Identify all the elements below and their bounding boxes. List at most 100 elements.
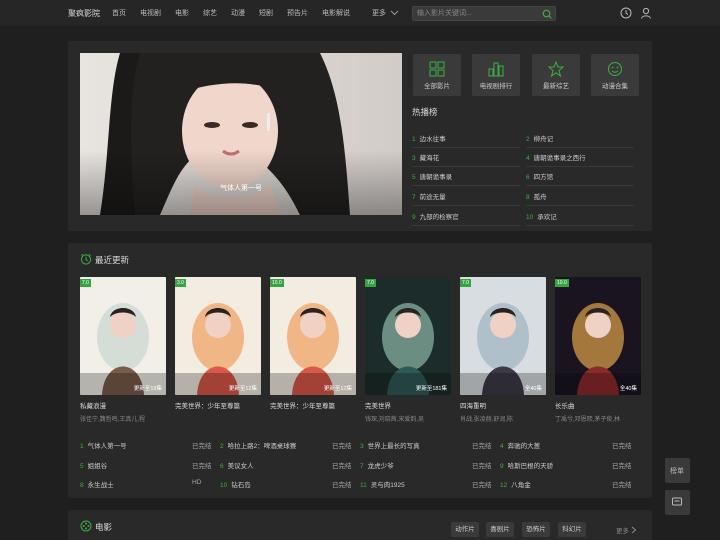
list-item-number: 12 bbox=[500, 482, 508, 489]
list-item-number: 7 bbox=[360, 463, 364, 470]
list-item-number: 6 bbox=[220, 463, 224, 470]
history-icon[interactable] bbox=[620, 7, 632, 19]
nav-home[interactable]: 首页 bbox=[112, 8, 126, 18]
list-item-number: 8 bbox=[80, 482, 84, 489]
list-item[interactable]: 6 美议女人 bbox=[220, 460, 254, 470]
banner-caption: 气体人第一号 bbox=[220, 185, 262, 192]
poster-card[interactable]: 7.0 全40集 bbox=[460, 277, 546, 395]
poster-title[interactable]: 四海重明 bbox=[460, 400, 486, 410]
nav-more[interactable]: 更多 bbox=[372, 8, 399, 18]
episode-badge: 全40集 bbox=[524, 386, 542, 392]
list-item-number: 3 bbox=[360, 443, 364, 450]
grid-icon bbox=[429, 61, 445, 77]
hot-item[interactable]: 3 藏海花 bbox=[412, 152, 439, 162]
hot-item-title: 承欢记 bbox=[537, 214, 557, 221]
poster-image bbox=[80, 277, 166, 395]
list-item[interactable]: 1 气体人第一号 bbox=[80, 440, 127, 450]
list-item[interactable]: 4 奔驰的大葱 bbox=[500, 440, 540, 450]
tag-scifi[interactable]: 科幻片 bbox=[558, 522, 586, 537]
hot-item[interactable]: 10 承欢记 bbox=[526, 211, 557, 221]
list-item[interactable]: 7 龙虎少爷 bbox=[360, 460, 394, 470]
hot-item-rank: 7 bbox=[412, 194, 416, 201]
hot-item-title: 藏海花 bbox=[419, 155, 440, 162]
poster-title[interactable]: 完美世界：少年至尊篇 bbox=[175, 400, 240, 410]
quick-new-variety[interactable]: 最新综艺 bbox=[532, 54, 580, 96]
divider bbox=[526, 225, 634, 226]
hot-item[interactable]: 2 柳舟记 bbox=[526, 133, 553, 143]
quick-tv-ranking[interactable]: 电视剧排行 bbox=[472, 54, 520, 96]
quick-anime[interactable]: 动漫合集 bbox=[591, 54, 639, 96]
list-item[interactable]: 8 永生战士 bbox=[80, 479, 114, 489]
list-item-status: 已完结 bbox=[472, 463, 492, 470]
nav-anime[interactable]: 动漫 bbox=[231, 8, 245, 18]
divider bbox=[526, 147, 634, 148]
list-item-status: 已完结 bbox=[612, 443, 632, 450]
poster-image bbox=[460, 277, 546, 395]
poster-card[interactable]: 10.0 更新至12集 bbox=[270, 277, 356, 395]
episode-badge: 更新至19集 bbox=[133, 386, 162, 392]
nav-short[interactable]: 短剧 bbox=[259, 8, 273, 18]
hot-item[interactable]: 5 唐朝诡事录 bbox=[412, 171, 452, 181]
tag-comedy[interactable]: 喜剧片 bbox=[486, 522, 514, 537]
list-item-number: 5 bbox=[80, 463, 84, 470]
top-bar: 聚疯影院 首页 电视剧 电影 综艺 动漫 短剧 预告片 电影解说 更多 bbox=[0, 0, 720, 26]
score-badge: 7.0 bbox=[365, 279, 376, 287]
poster-card[interactable]: 10.0 全40集 bbox=[555, 277, 641, 395]
nav-movie[interactable]: 电影 bbox=[175, 8, 189, 18]
poster-card[interactable]: 7.0 更新至181集 bbox=[365, 277, 451, 395]
hot-item[interactable]: 1 边水往事 bbox=[412, 133, 446, 143]
nav-commentary[interactable]: 电影解说 bbox=[322, 8, 350, 18]
quick-all-movies[interactable]: 全部影片 bbox=[413, 54, 461, 96]
list-item-title: 奔驰的大葱 bbox=[507, 443, 541, 450]
nav-trailer[interactable]: 预告片 bbox=[287, 8, 308, 18]
poster-cast: 肖战,张凌赫,舒润,陈 bbox=[460, 417, 514, 423]
divider bbox=[412, 185, 520, 186]
hero-banner[interactable]: 气体人第一号 bbox=[80, 53, 402, 215]
tag-action[interactable]: 动作片 bbox=[451, 522, 479, 537]
divider bbox=[526, 166, 634, 167]
poster-title[interactable]: 完美世界：少年至尊篇 bbox=[270, 400, 335, 410]
poster-title[interactable]: 长乐曲 bbox=[555, 400, 575, 410]
list-item-status: 已完结 bbox=[472, 482, 492, 489]
nav-more-label: 更多 bbox=[372, 10, 386, 17]
divider bbox=[412, 147, 520, 148]
poster-title[interactable]: 完美世界 bbox=[365, 400, 391, 410]
tag-horror[interactable]: 恐怖片 bbox=[522, 522, 550, 537]
list-item[interactable]: 10 钻石岛 bbox=[220, 479, 251, 489]
site-logo[interactable]: 聚疯影院 bbox=[68, 8, 100, 19]
list-item[interactable]: 9 哈斯巴根的天骄 bbox=[500, 460, 553, 470]
list-item[interactable]: 12 八角金 bbox=[500, 479, 531, 489]
hot-item-title: 孤舟 bbox=[533, 194, 547, 201]
side-message-button[interactable]: 留言 bbox=[665, 490, 690, 515]
hot-item-rank: 4 bbox=[526, 155, 530, 162]
poster-card[interactable]: 7.0 更新至19集 bbox=[80, 277, 166, 395]
list-item-number: 10 bbox=[220, 482, 228, 489]
list-item-number: 1 bbox=[80, 443, 84, 450]
user-icon[interactable] bbox=[640, 7, 652, 19]
hot-item[interactable]: 9 九部的检察官 bbox=[412, 211, 459, 221]
hot-item[interactable]: 7 前途无量 bbox=[412, 191, 446, 201]
hot-list-title: 热播榜 bbox=[412, 107, 438, 117]
hot-item-title: 唐朝诡事录 bbox=[419, 174, 453, 181]
movies-more[interactable]: 更多 bbox=[616, 525, 637, 535]
poster-image bbox=[175, 277, 261, 395]
star-icon bbox=[548, 61, 564, 77]
hot-item[interactable]: 6 四方馆 bbox=[526, 171, 553, 181]
list-item[interactable]: 5 姐姐谷 bbox=[80, 460, 107, 470]
nav-tv[interactable]: 电视剧 bbox=[140, 8, 161, 18]
nav-variety[interactable]: 综艺 bbox=[203, 8, 217, 18]
poster-cast: 丁禹兮,邓恩熙,茅子俊,林 bbox=[555, 417, 621, 423]
list-item-title: 灵与肉1925 bbox=[370, 482, 405, 489]
list-item-title: 八角金 bbox=[511, 482, 531, 489]
list-item[interactable]: 2 哈拉上路2：啤酒桌球赛 bbox=[220, 440, 296, 450]
list-item[interactable]: 11 灵与肉1925 bbox=[360, 479, 405, 489]
hot-item[interactable]: 8 孤舟 bbox=[526, 191, 547, 201]
side-ranking-button[interactable]: 榜单 bbox=[665, 458, 690, 483]
poster-card[interactable]: 3.0 更新至12集 bbox=[175, 277, 261, 395]
poster-title[interactable]: 私藏浪漫 bbox=[80, 400, 106, 410]
list-item[interactable]: 3 世界上最长的写真 bbox=[360, 440, 420, 450]
hot-item[interactable]: 4 唐朝诡事录之西行 bbox=[526, 152, 586, 162]
search-input[interactable] bbox=[417, 8, 537, 19]
search-icon[interactable] bbox=[542, 9, 552, 19]
list-item-title: 哈拉上路2：啤酒桌球赛 bbox=[227, 443, 297, 450]
